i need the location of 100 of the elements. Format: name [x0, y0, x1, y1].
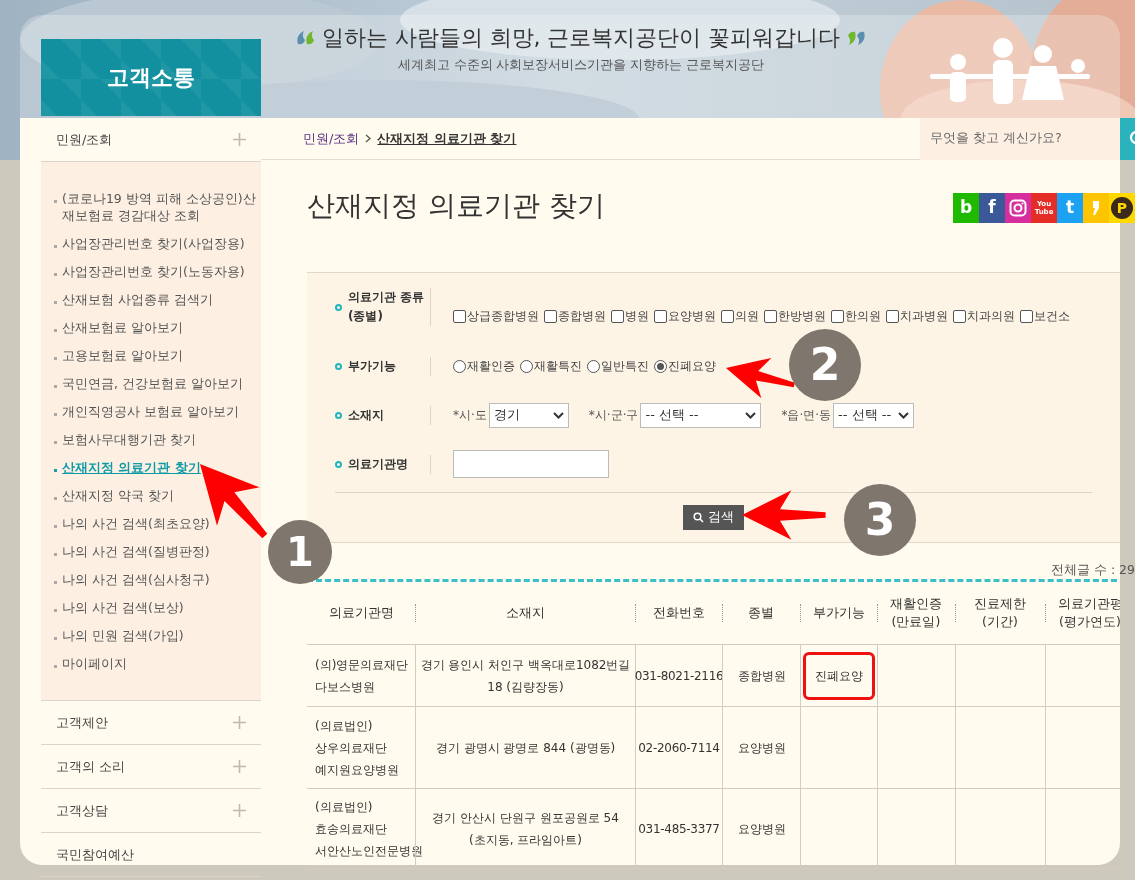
bullet-icon — [54, 664, 57, 668]
sidebar-item[interactable]: 나의 사건 검색(질병판정) — [62, 542, 210, 560]
table-cell-text: (의료법인)상우의료재단 예지원요양병원 — [315, 717, 400, 779]
checkbox[interactable] — [721, 309, 734, 323]
page-title: 산재지정 의료기관 찾기 — [307, 188, 605, 224]
radio-button[interactable] — [654, 359, 667, 373]
breadcrumb-link[interactable]: 산재지정 의료기관 찾기 — [377, 128, 517, 149]
checkbox[interactable] — [764, 309, 777, 323]
sidebar-item[interactable]: 사업장관리번호 찾기(사업장용) — [62, 234, 245, 252]
search-button[interactable]: 검색 — [683, 505, 744, 530]
bullet-icon — [335, 460, 342, 468]
chevron-down-icon — [745, 411, 757, 419]
sidebar-item[interactable]: 나의 사건 검색(최초요양) — [62, 514, 210, 532]
table-cell-text: 경기 안산시 단원구 원포공원로 54 (초지동, 프라임아트) — [431, 809, 620, 849]
checkbox-label: 의원 — [735, 308, 759, 325]
section-logo: 고객소통 — [41, 39, 261, 116]
bullet-icon — [335, 411, 342, 419]
select-field[interactable]: -- 선택 -- — [833, 402, 915, 428]
sidebar-item[interactable]: 산재보험료 알아보기 — [62, 318, 183, 336]
bullet-icon — [54, 384, 57, 388]
sidebar-item[interactable]: 나의 민원 검색(가입) — [62, 626, 184, 644]
radio-button[interactable] — [587, 359, 600, 373]
radio-button[interactable] — [453, 359, 466, 373]
table-cell-text: 031-8021-2116 — [634, 667, 724, 685]
table-cell-text: 진폐요양 — [815, 667, 863, 685]
sidebar-section[interactable]: 고객의 소리 — [41, 745, 261, 789]
sidebar-item[interactable]: 산재보험 사업종류 검색기 — [62, 290, 213, 308]
radio-label: 진폐요양 — [668, 358, 716, 375]
table-cell-text: 종합병원 — [737, 667, 786, 685]
sidebar-item[interactable]: 보험사무대행기관 찾기 — [62, 430, 196, 448]
sidebar-item[interactable]: 산재지정 약국 찾기 — [62, 486, 174, 504]
bullet-icon — [54, 300, 57, 304]
social-link[interactable]: f — [979, 193, 1005, 223]
sidebar-item[interactable]: 고용보험료 알아보기 — [62, 346, 183, 364]
select-label: *시·도 — [453, 407, 487, 424]
chevron-right-icon — [365, 134, 372, 143]
social-link[interactable] — [1005, 193, 1031, 223]
sidebar-section[interactable]: 고객제안 — [41, 701, 261, 745]
breadcrumb-link[interactable]: 민원/조회 — [303, 128, 360, 149]
checkbox[interactable] — [1020, 309, 1033, 323]
select-label: *시·군·구 — [588, 407, 639, 424]
field-label: 의료기관 종류 (종별) — [348, 289, 425, 325]
checkbox-label: 종합병원 — [558, 308, 606, 325]
social-link[interactable]: P — [1109, 193, 1135, 223]
bullet-icon — [54, 552, 57, 556]
bullet-icon — [54, 440, 57, 444]
sidebar-item[interactable]: 마이페이지 — [62, 654, 127, 672]
checkbox-label: 보건소 — [1034, 308, 1070, 325]
table-cell-text: 요양병원 — [737, 739, 786, 757]
radio-label: 재활인증 — [467, 358, 515, 375]
select-field[interactable]: -- 선택 -- — [640, 402, 762, 428]
sidebar-section[interactable]: 국민참여예산 — [41, 833, 261, 877]
sidebar-item[interactable]: 개인직영공사 보험료 알아보기 — [62, 402, 239, 420]
bullet-icon — [54, 468, 57, 472]
step-number-badge: 1 — [268, 520, 332, 584]
table-cell-text: 경기 광명시 광명로 844 (광명동) — [435, 739, 616, 757]
sidebar-section[interactable]: 고객상담 — [41, 789, 261, 833]
result-count: 전체글 수 : 29 — [1050, 561, 1135, 579]
search-field[interactable]: 무엇을 찾고 계신가요? — [920, 117, 1120, 160]
checkbox-label: 상급종합병원 — [467, 308, 539, 325]
checkbox[interactable] — [544, 309, 557, 323]
checkbox[interactable] — [654, 309, 667, 323]
bullet-icon — [54, 636, 57, 640]
bullet-icon — [335, 362, 342, 370]
quote-icon — [846, 29, 867, 46]
column-header: 전화번호 — [652, 604, 705, 622]
field-label: 부가기능 — [348, 357, 396, 375]
sidebar-item[interactable]: 사업장관리번호 찾기(노동자용) — [62, 262, 245, 280]
select-field[interactable]: 경기 — [488, 402, 569, 428]
plus-icon — [233, 716, 246, 729]
field-label: 의료기관명 — [348, 455, 408, 473]
checkbox-label: 한의원 — [845, 308, 881, 325]
column-header: 진료제한 (기간) — [974, 595, 1026, 631]
input-field[interactable] — [453, 450, 609, 478]
checkbox[interactable] — [831, 309, 844, 323]
bullet-icon — [54, 244, 57, 248]
slogan: 일하는 사람들의 희망, 근로복지공단이 꽃피워갑니다 — [321, 24, 841, 52]
plus-icon — [233, 760, 246, 773]
checkbox[interactable] — [886, 309, 899, 323]
table-cell-text: 요양병원 — [737, 820, 786, 838]
sidebar-item[interactable]: (코로나19 방역 피해 소상공인)산재보험료 경감대상 조회 — [62, 189, 259, 224]
select-label: *읍·면·동 — [781, 407, 832, 424]
chevron-down-icon — [898, 411, 910, 419]
sidebar-item[interactable]: 나의 사건 검색(보상) — [62, 598, 184, 616]
radio-button[interactable] — [520, 359, 533, 373]
sidebar-item[interactable]: 국민연금, 건강보험료 알아보기 — [62, 374, 243, 392]
checkbox[interactable] — [611, 309, 624, 323]
radio-label: 재활특진 — [534, 358, 582, 375]
column-header: 의료기관평 (평가연도) — [1057, 595, 1120, 631]
plus-icon — [233, 133, 246, 146]
checkbox[interactable] — [453, 309, 466, 323]
table-cell-text: 02-2060-7114 — [638, 739, 720, 757]
checkbox[interactable] — [953, 309, 966, 323]
table-cell-text: (의료법인)효송의료재단 서안산노인전문병원 — [315, 798, 423, 860]
sidebar-item[interactable]: 나의 사건 검색(심사청구) — [62, 570, 210, 588]
bullet-icon — [54, 496, 57, 500]
column-header: 재활인증 (만료일) — [890, 595, 942, 631]
column-header: 소재지 — [505, 604, 545, 622]
bullet-icon — [54, 608, 57, 612]
bullet-icon — [54, 412, 57, 416]
